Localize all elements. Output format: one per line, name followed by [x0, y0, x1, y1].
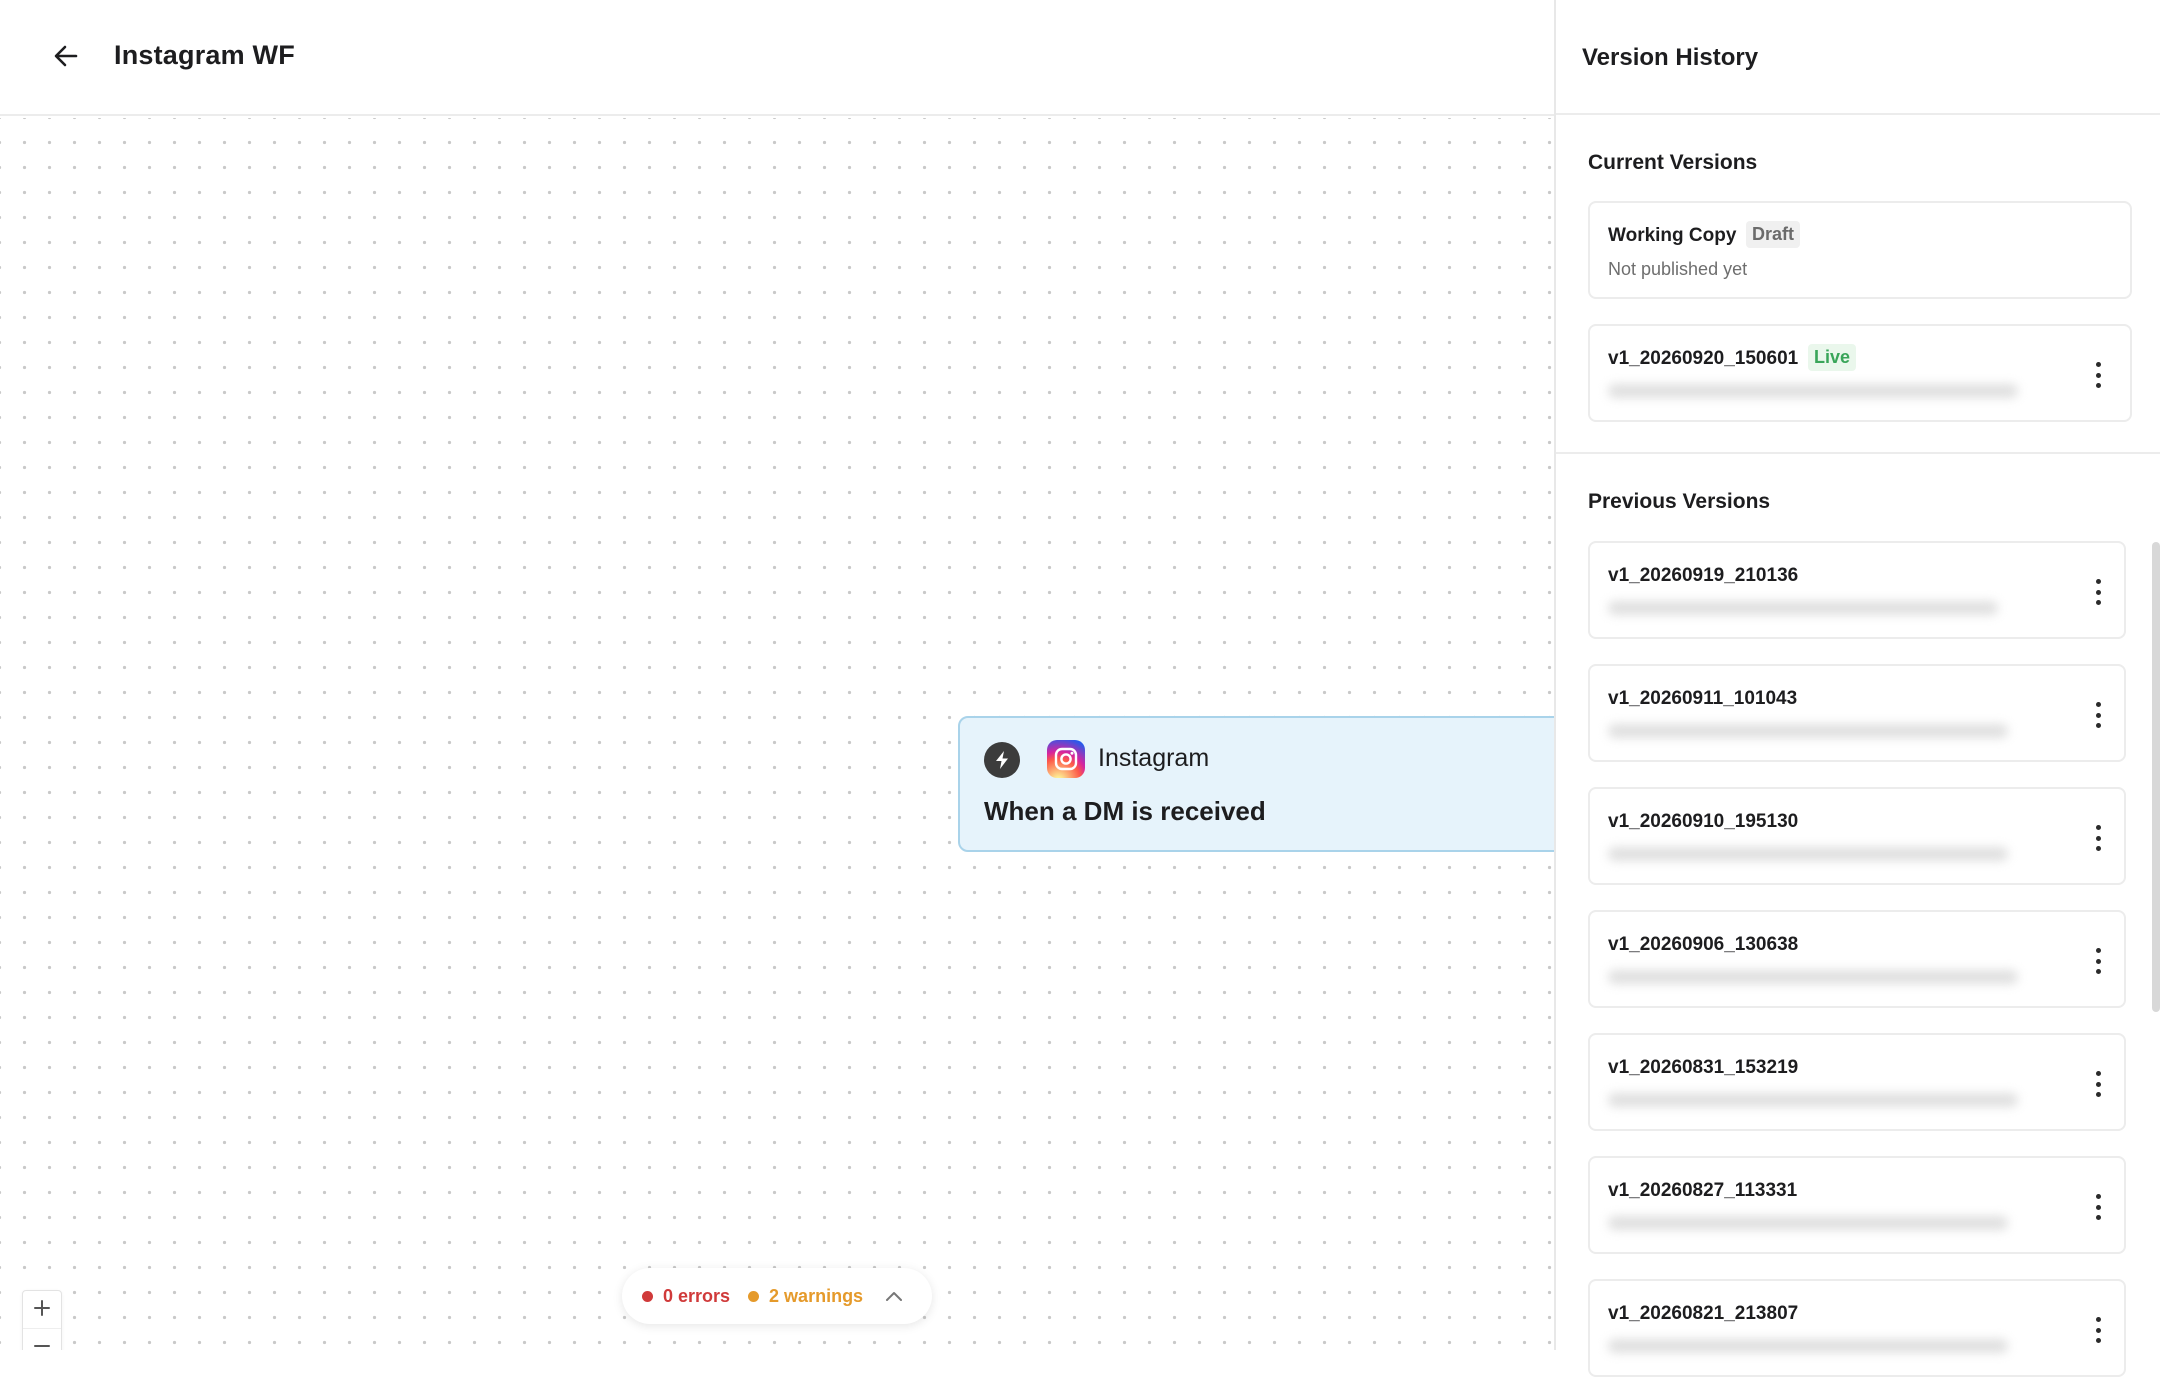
current-versions-heading: Current Versions: [1588, 151, 1758, 174]
version-history-panel: Version History Current Versions Working…: [1554, 0, 2160, 1377]
errors-label: 0 errors: [663, 1285, 731, 1306]
minus-icon: [33, 1335, 51, 1351]
error-dot-icon: [642, 1290, 653, 1302]
node-app-name: Instagram: [1098, 744, 1210, 772]
version-name: v1_20260919_210136: [1608, 565, 1799, 586]
panel-title: Version History: [1582, 44, 1759, 71]
zoom-out-button[interactable]: [23, 1329, 61, 1350]
validation-status-pill[interactable]: 0 errors 2 warnings: [622, 1268, 932, 1324]
version-name: v1_20260821_213807: [1608, 1303, 1799, 1324]
redacted-version-details: [1608, 1339, 2008, 1353]
redacted-version-details: [1608, 970, 2018, 984]
version-name: v1_20260827_113331: [1608, 1180, 1798, 1201]
version-card[interactable]: v1_20260910_195130: [1588, 787, 2126, 885]
section-divider: [1556, 452, 2160, 454]
more-options-icon[interactable]: [2094, 1071, 2102, 1097]
more-options-icon[interactable]: [2094, 1317, 2102, 1343]
redacted-version-details: [1608, 1216, 2008, 1230]
version-card-live[interactable]: v1_20260920_150601 Live: [1588, 324, 2132, 422]
version-name: v1_20260910_195130: [1608, 811, 1799, 832]
panel-scrollbar[interactable]: [2152, 542, 2160, 1012]
previous-versions-heading: Previous Versions: [1588, 490, 1771, 513]
version-name: v1_20260906_130638: [1608, 934, 1799, 955]
more-options-icon[interactable]: [2094, 362, 2102, 388]
trigger-node[interactable]: Instagram When a DM is received: [958, 716, 1554, 852]
more-options-icon[interactable]: [2094, 579, 2102, 605]
live-badge: Live: [1808, 344, 1857, 371]
version-card[interactable]: v1_20260906_130638: [1588, 910, 2126, 1008]
redacted-version-details: [1608, 384, 2018, 398]
instagram-icon: [1047, 740, 1085, 778]
version-card[interactable]: v1_20260821_213807: [1588, 1279, 2126, 1377]
redacted-version-details: [1608, 724, 2008, 738]
more-options-icon[interactable]: [2094, 948, 2102, 974]
chevron-up-icon[interactable]: [885, 1290, 903, 1302]
version-subtitle: Not published yet: [1608, 259, 1748, 279]
redacted-version-details: [1608, 601, 1998, 615]
more-options-icon[interactable]: [2094, 702, 2102, 728]
node-trigger-title: When a DM is received: [984, 796, 1266, 826]
version-card[interactable]: v1_20260911_101043: [1588, 664, 2126, 762]
errors-count: 0 errors: [642, 1286, 730, 1307]
redacted-version-details: [1608, 847, 2008, 861]
editor-topbar: Instagram WF: [0, 0, 1554, 116]
warning-dot-icon: [748, 1290, 760, 1302]
draft-badge: Draft: [1746, 221, 1801, 248]
redacted-version-details: [1608, 1093, 2018, 1107]
workflow-title: Instagram WF: [114, 40, 295, 70]
back-button[interactable]: [46, 38, 86, 78]
version-name: Working Copy: [1608, 225, 1737, 246]
zoom-in-button[interactable]: [23, 1291, 61, 1329]
more-options-icon[interactable]: [2094, 825, 2102, 851]
zoom-controls: [22, 1290, 62, 1350]
workflow-editor: Instagram WF Instagram When a DM is rece…: [0, 0, 1554, 1350]
bolt-icon: [984, 742, 1020, 778]
version-name: v1_20260911_101043: [1608, 688, 1798, 709]
version-card[interactable]: v1_20260919_210136: [1588, 541, 2126, 639]
version-card-working-copy[interactable]: Working Copy Draft Not published yet: [1588, 201, 2132, 299]
warnings-label: 2 warnings: [769, 1285, 864, 1306]
more-options-icon[interactable]: [2094, 1194, 2102, 1220]
panel-header: Version History: [1556, 0, 2160, 115]
workflow-canvas[interactable]: Instagram When a DM is received: [0, 118, 1554, 1350]
version-card[interactable]: v1_20260831_153219: [1588, 1033, 2126, 1131]
version-name: v1_20260920_150601: [1608, 348, 1799, 369]
version-card[interactable]: v1_20260827_113331: [1588, 1156, 2126, 1254]
version-name: v1_20260831_153219: [1608, 1057, 1799, 1078]
arrow-left-icon: [52, 42, 80, 75]
plus-icon: [33, 1297, 51, 1323]
warnings-count: 2 warnings: [748, 1286, 863, 1307]
